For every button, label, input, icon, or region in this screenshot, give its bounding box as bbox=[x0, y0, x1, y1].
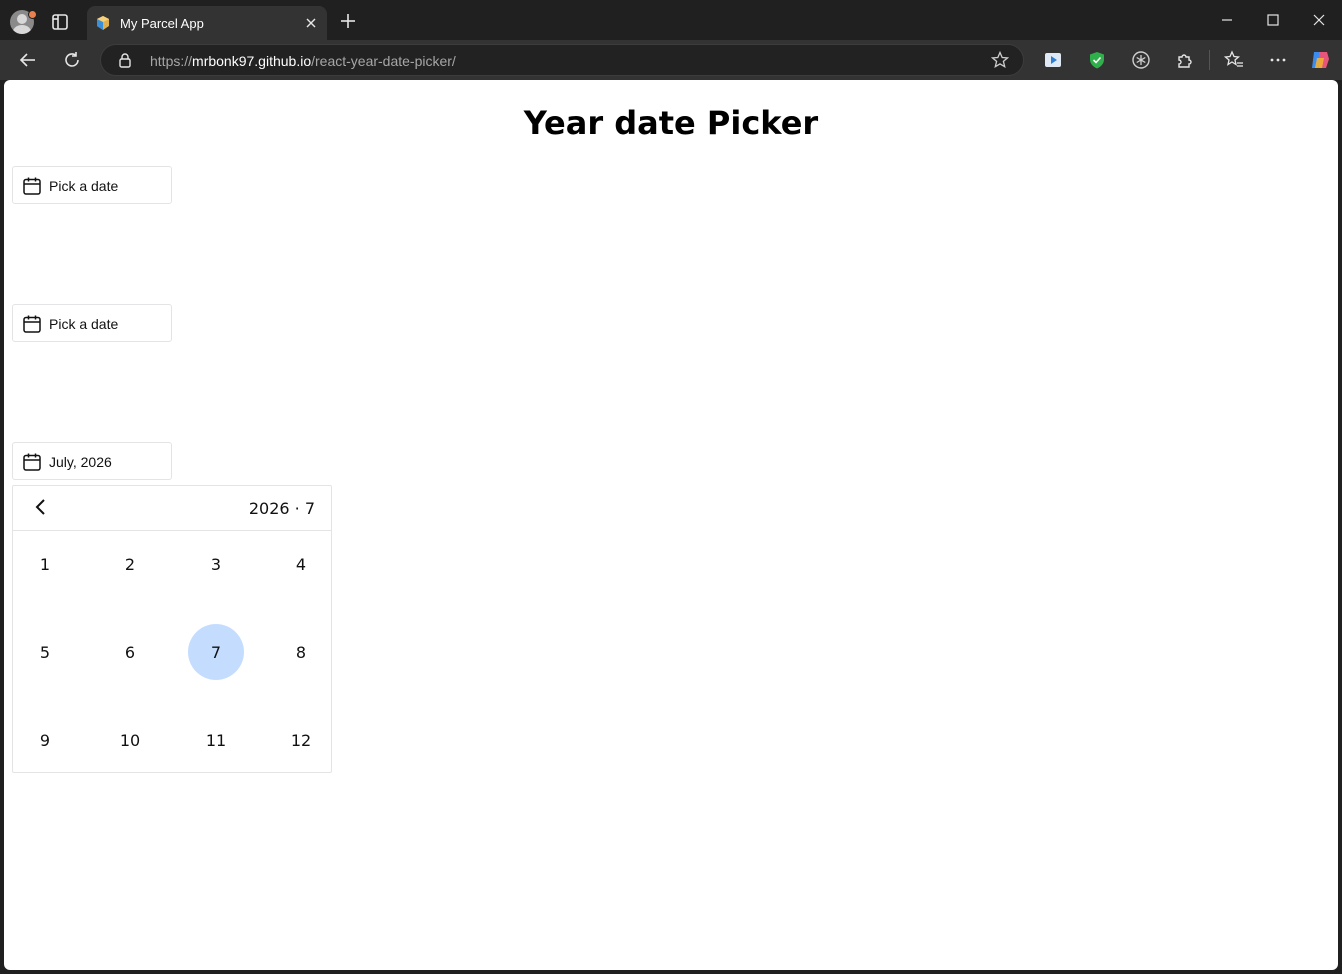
month-cell-8[interactable]: 8 bbox=[273, 624, 329, 680]
date-picker-label: Pick a date bbox=[49, 178, 119, 194]
popover-caption: 2026 · 7 bbox=[248, 499, 315, 518]
tab-title: My Parcel App bbox=[120, 16, 204, 31]
browser-tab-bar: My Parcel App bbox=[0, 0, 1342, 40]
browser-tab[interactable]: My Parcel App bbox=[87, 6, 327, 40]
url-host: mrbonk97.github.io bbox=[192, 53, 312, 69]
parcel-favicon-icon bbox=[97, 16, 109, 30]
toolbar-separator bbox=[1209, 50, 1210, 70]
favorites-icon[interactable] bbox=[1224, 50, 1244, 70]
favorite-star-icon[interactable] bbox=[991, 51, 1009, 69]
page-viewport: Year date Picker Pick a date Pick a date… bbox=[4, 80, 1338, 970]
minimize-window-icon[interactable] bbox=[1217, 10, 1237, 30]
profile-notification-dot bbox=[28, 10, 37, 19]
month-cell-7[interactable]: 7 bbox=[188, 624, 244, 680]
calendar-icon bbox=[23, 453, 41, 471]
shield-extension-icon[interactable] bbox=[1087, 50, 1107, 70]
close-tab-icon[interactable] bbox=[303, 15, 319, 31]
tab-actions-icon[interactable] bbox=[50, 12, 70, 32]
new-tab-icon[interactable] bbox=[338, 11, 358, 31]
month-cell-6[interactable]: 6 bbox=[102, 624, 158, 680]
month-picker-popover: 2026 · 7 1 2 3 4 5 6 7 8 9 10 11 12 bbox=[12, 485, 332, 773]
month-cell-11[interactable]: 11 bbox=[188, 712, 244, 768]
calendar-icon bbox=[23, 177, 41, 195]
url-text[interactable]: https://mrbonk97.github.io/react-year-da… bbox=[150, 53, 456, 69]
copilot-icon[interactable] bbox=[1309, 49, 1331, 71]
date-picker-button-1[interactable]: Pick a date bbox=[12, 166, 172, 204]
ai-extension-icon[interactable] bbox=[1131, 50, 1151, 70]
browser-toolbar: https://mrbonk97.github.io/react-year-da… bbox=[0, 40, 1342, 80]
back-arrow-icon[interactable] bbox=[18, 50, 38, 70]
close-window-icon[interactable] bbox=[1309, 10, 1329, 30]
maximize-window-icon[interactable] bbox=[1263, 10, 1283, 30]
month-cell-3[interactable]: 3 bbox=[188, 536, 244, 592]
url-path: /react-year-date-picker/ bbox=[311, 53, 456, 69]
month-cell-2[interactable]: 2 bbox=[102, 536, 158, 592]
date-picker-button-3[interactable]: July, 2026 bbox=[12, 442, 172, 480]
page-title: Year date Picker bbox=[523, 104, 819, 142]
date-picker-button-2[interactable]: Pick a date bbox=[12, 304, 172, 342]
refresh-icon[interactable] bbox=[62, 50, 82, 70]
date-picker-label: Pick a date bbox=[49, 316, 119, 332]
month-grid: 1 2 3 4 5 6 7 8 9 10 11 12 bbox=[13, 532, 331, 772]
more-options-icon[interactable] bbox=[1268, 50, 1288, 70]
date-picker-label: July, 2026 bbox=[49, 454, 112, 470]
chevron-left-icon[interactable] bbox=[31, 496, 51, 518]
lock-icon[interactable] bbox=[117, 52, 133, 68]
url-scheme: https:// bbox=[150, 53, 193, 69]
month-cell-10[interactable]: 10 bbox=[102, 712, 158, 768]
month-cell-5[interactable]: 5 bbox=[17, 624, 73, 680]
calendar-icon bbox=[23, 315, 41, 333]
month-cell-1[interactable]: 1 bbox=[17, 536, 73, 592]
popover-header: 2026 · 7 bbox=[13, 486, 331, 531]
media-extension-icon[interactable] bbox=[1043, 50, 1063, 70]
address-bar[interactable]: https://mrbonk97.github.io/react-year-da… bbox=[100, 44, 1024, 76]
month-cell-4[interactable]: 4 bbox=[273, 536, 329, 592]
extensions-puzzle-icon[interactable] bbox=[1175, 50, 1195, 70]
month-cell-9[interactable]: 9 bbox=[17, 712, 73, 768]
month-cell-12[interactable]: 12 bbox=[273, 712, 329, 768]
